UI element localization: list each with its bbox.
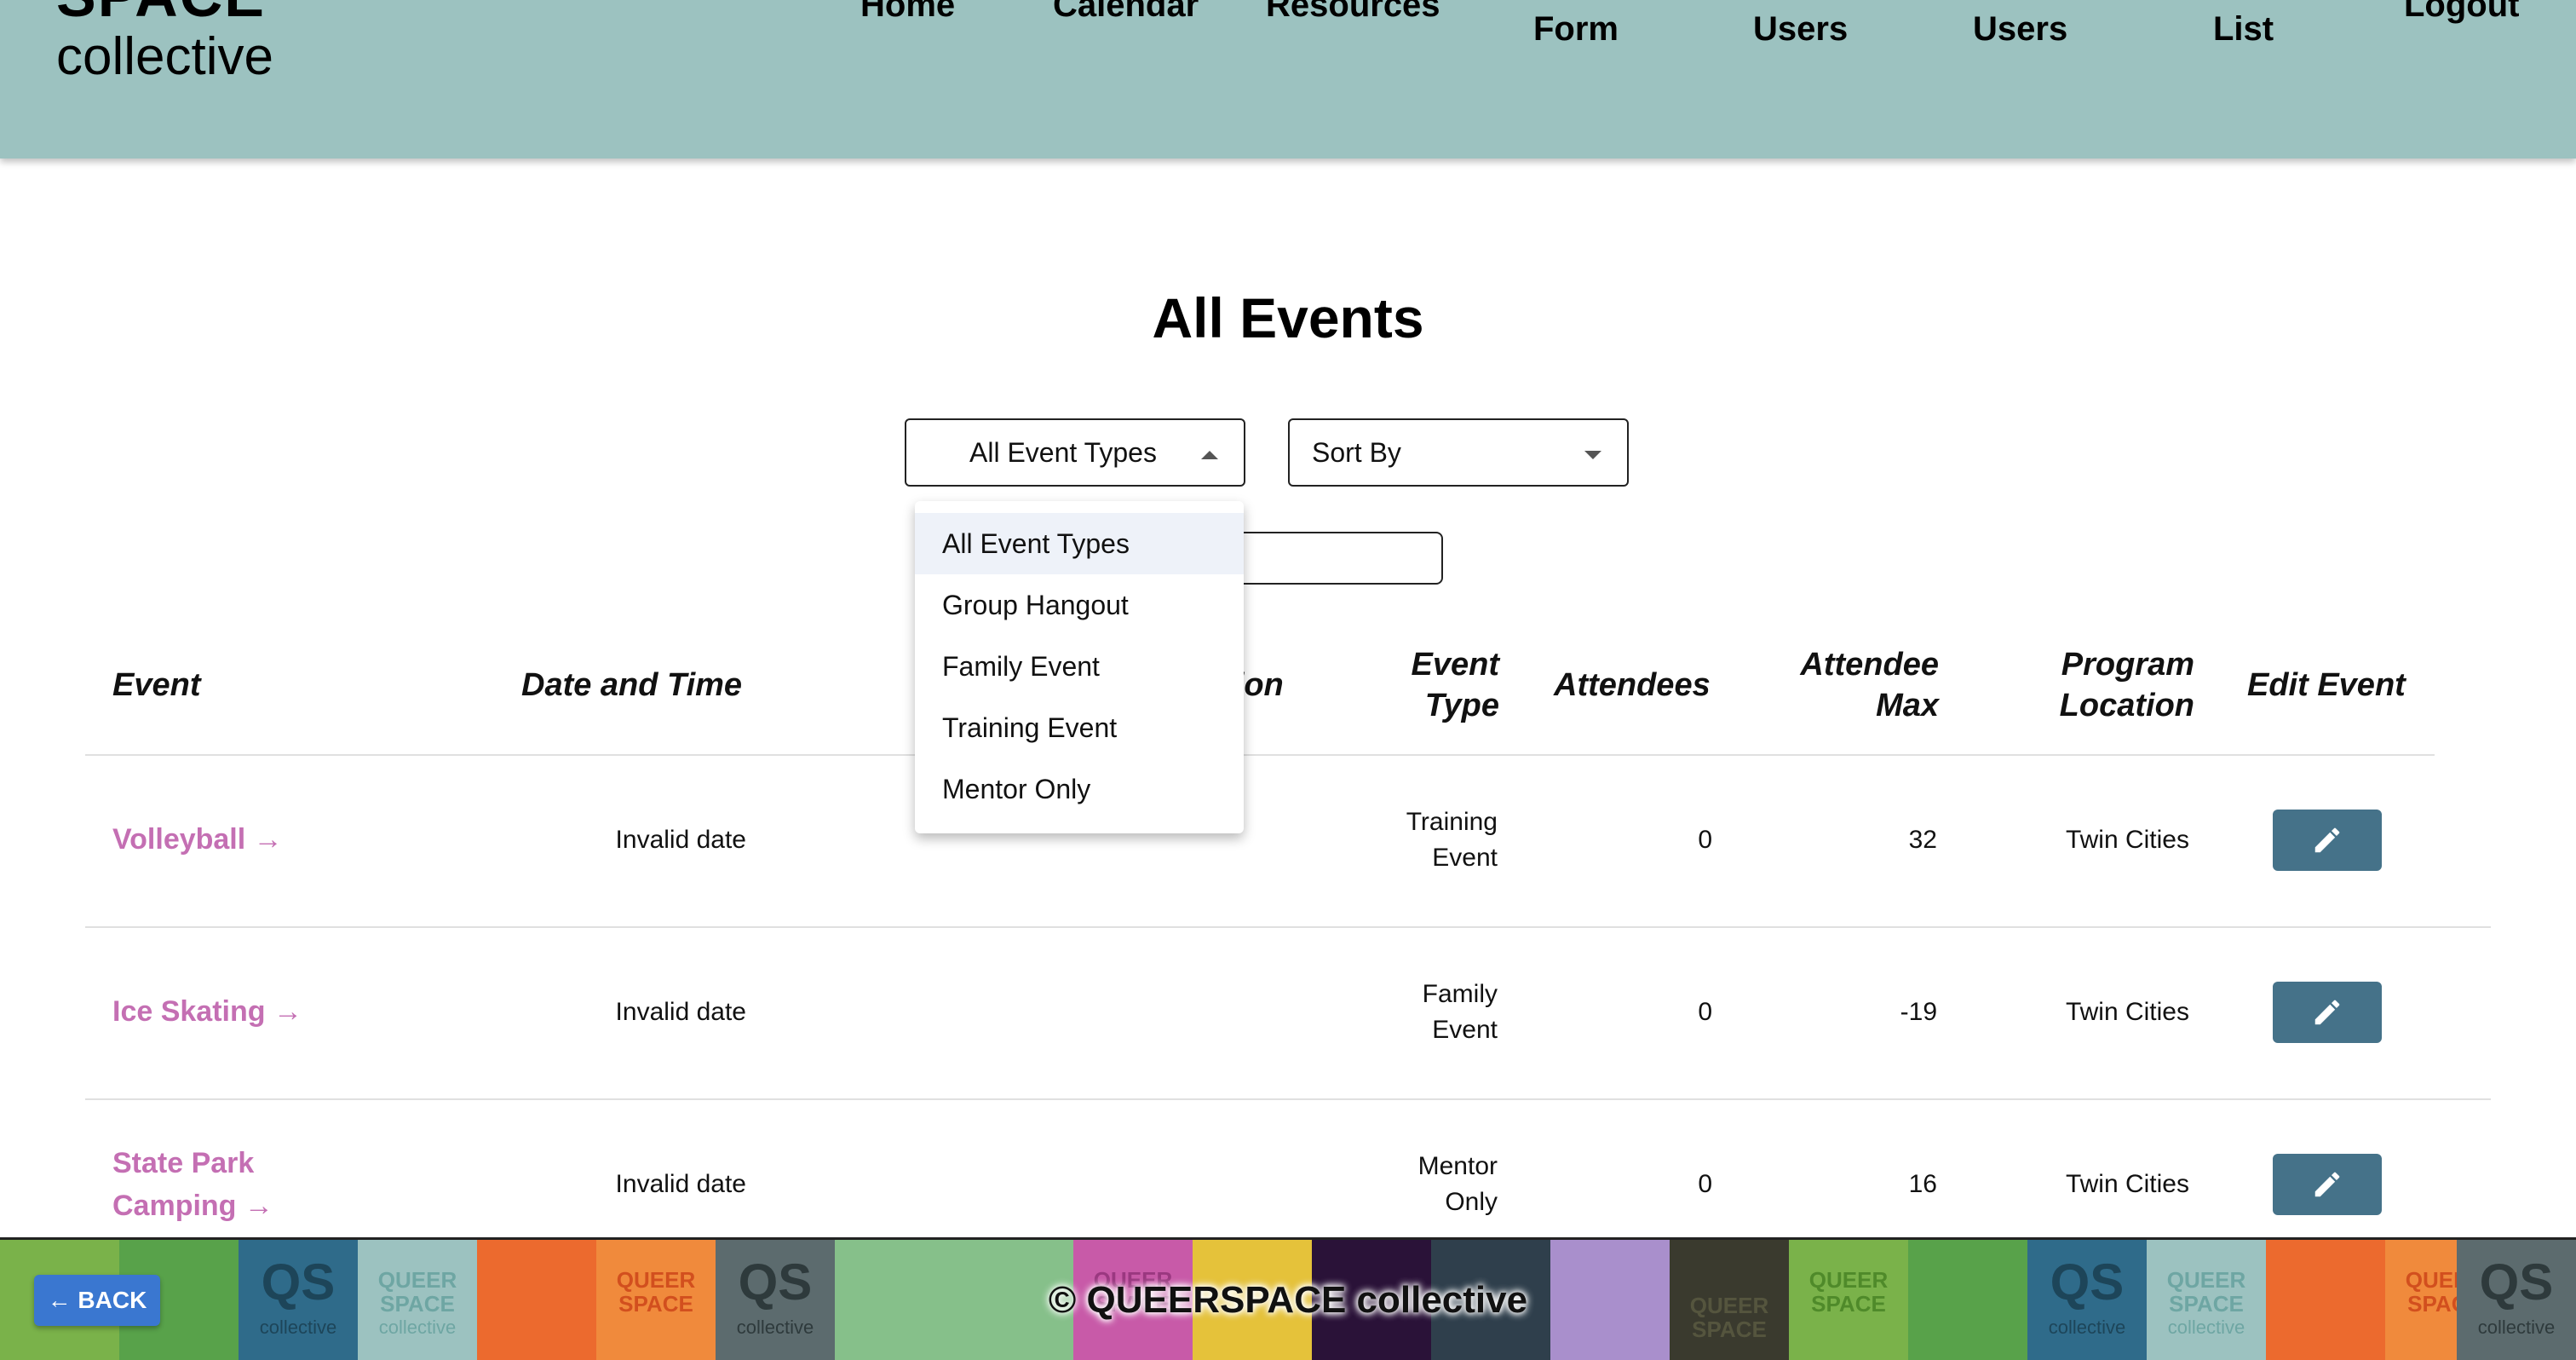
column-header-event: Event — [112, 667, 201, 703]
app-root: SPACE collective Home Calendar Resources… — [0, 0, 2576, 1360]
table-cell-attendee-max: -19 — [1900, 998, 1937, 1026]
table-cell-program-location: Twin Cities — [2065, 826, 2189, 854]
event-type-line2: Event — [1432, 1016, 1498, 1044]
table-cell-program-location: Twin Cities — [2065, 1170, 2189, 1198]
footer-banner: QS collective QUEER SPACE collective QUE… — [0, 1237, 2576, 1360]
column-header-edit-event: Edit Event — [2247, 667, 2406, 703]
event-type-line1: Training — [1406, 808, 1498, 836]
event-link-line1: State Park — [112, 1147, 255, 1179]
table-cell-attendees: 0 — [1698, 1170, 1712, 1198]
column-header-attendee-max-line1: Attendee — [1800, 647, 1939, 683]
logo-wordmark-bottom[interactable]: collective — [56, 31, 273, 84]
edit-event-button[interactable] — [2273, 1154, 2382, 1215]
event-link-ice-skating[interactable]: Ice Skating → — [112, 990, 302, 1033]
footer-copyright: © QUEERSPACE collective — [1048, 1279, 1528, 1321]
event-type-line2: Event — [1432, 844, 1498, 872]
page-title: All Events — [1152, 286, 1424, 349]
pencil-icon — [2314, 827, 2340, 853]
edit-event-button[interactable] — [2273, 982, 2382, 1043]
column-header-attendees: Attendees — [1554, 667, 1711, 703]
table-cell-attendee-max: 32 — [1908, 826, 1937, 854]
table-cell-event-type: Training Event — [1329, 804, 1498, 876]
nav-users-1[interactable]: Users — [1753, 12, 1848, 46]
nav-list[interactable]: List — [2213, 12, 2274, 46]
event-link-state-park-camping[interactable]: State Park Camping → — [112, 1142, 273, 1227]
table-cell-date: Invalid date — [615, 826, 746, 854]
row-divider — [85, 926, 2491, 928]
column-header-program-location-line1: Program — [2061, 647, 2194, 683]
event-link-volleyball[interactable]: Volleyball → — [112, 818, 283, 861]
menu-item-all-event-types[interactable]: All Event Types — [915, 513, 1244, 574]
menu-item-training-event[interactable]: Training Event — [915, 697, 1244, 758]
menu-item-family-event[interactable]: Family Event — [915, 636, 1244, 697]
table-cell-attendees: 0 — [1698, 998, 1712, 1026]
caret-down-icon — [1584, 451, 1601, 459]
column-header-event-type-line1: Event — [1411, 647, 1499, 683]
column-header-date-time: Date and Time — [521, 667, 743, 703]
sort-by-select-value: Sort By — [1312, 436, 1401, 468]
column-header-attendee-max-line2: Max — [1876, 688, 1939, 723]
nav-resources[interactable]: Resources — [1266, 0, 1440, 22]
edit-event-button[interactable] — [2273, 810, 2382, 871]
caret-up-icon — [1201, 451, 1218, 459]
event-type-line2: Only — [1445, 1188, 1498, 1216]
table-cell-date: Invalid date — [615, 1170, 746, 1198]
event-type-line1: Family — [1422, 980, 1498, 1008]
back-button[interactable]: ← BACK — [34, 1275, 160, 1326]
table-cell-date: Invalid date — [615, 998, 746, 1026]
column-header-program-location: Program Location — [2007, 644, 2194, 726]
event-type-select[interactable]: All Event Types — [905, 418, 1245, 487]
table-cell-attendees: 0 — [1698, 826, 1712, 854]
event-link-line2: Camping → — [112, 1190, 273, 1222]
nav-logout[interactable]: Logout — [2404, 0, 2520, 22]
top-nav-bar: SPACE collective Home Calendar Resources… — [0, 0, 2576, 158]
pencil-icon — [2314, 1172, 2340, 1197]
pencil-icon — [2314, 1000, 2340, 1025]
header-divider — [85, 754, 2435, 756]
column-header-program-location-line2: Location — [2059, 688, 2194, 723]
table-cell-event-type: Mentor Only — [1329, 1149, 1498, 1220]
column-header-event-type: Event Type — [1363, 644, 1499, 726]
column-header-event-type-line2: Type — [1424, 688, 1499, 723]
table-cell-attendee-max: 16 — [1908, 1170, 1937, 1198]
event-type-dropdown-menu: All Event Types Group Hangout Family Eve… — [915, 501, 1244, 833]
nav-home[interactable]: Home — [860, 0, 955, 22]
search-input[interactable] — [1227, 532, 1443, 585]
menu-item-group-hangout[interactable]: Group Hangout — [915, 574, 1244, 636]
nav-users-2[interactable]: Users — [1973, 12, 2067, 46]
table-cell-event-type: Family Event — [1329, 977, 1498, 1048]
nav-calendar[interactable]: Calendar — [1053, 0, 1199, 22]
sort-by-select[interactable]: Sort By — [1288, 418, 1629, 487]
menu-item-mentor-only[interactable]: Mentor Only — [915, 758, 1244, 820]
table-cell-program-location: Twin Cities — [2065, 998, 2189, 1026]
row-divider — [85, 1098, 2491, 1100]
logo-wordmark-top[interactable]: SPACE — [56, 0, 266, 26]
event-type-line1: Mentor — [1417, 1152, 1498, 1180]
column-header-attendee-max: Attendee Max — [1768, 644, 1939, 726]
nav-form[interactable]: Form — [1533, 12, 1619, 46]
